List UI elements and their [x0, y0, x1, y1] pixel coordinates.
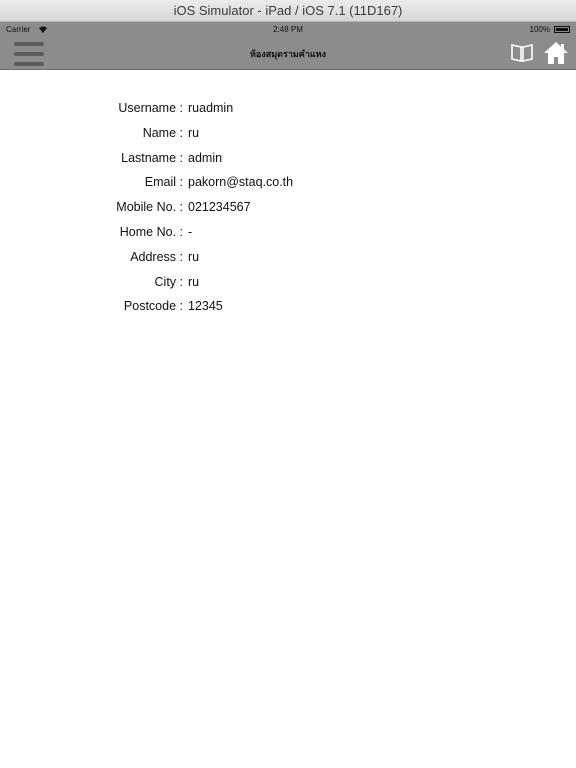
- status-bar: Carrier 2:48 PM 100%: [0, 22, 576, 38]
- field-label: Home No. :: [119, 224, 183, 239]
- field-value: admin: [188, 150, 223, 165]
- field-value: pakorn@staq.co.th: [188, 175, 294, 190]
- home-button[interactable]: [543, 41, 569, 65]
- field-value: ru: [188, 274, 200, 289]
- field-label: Name :: [142, 125, 183, 140]
- home-icon: [544, 42, 568, 64]
- book-button[interactable]: [510, 42, 534, 64]
- field-lastname: Lastname : admin: [0, 148, 576, 173]
- field-value: ru: [188, 249, 200, 264]
- field-label: City :: [154, 274, 183, 289]
- profile-details: Username : ruadmin Name : ru Lastname : …: [0, 98, 576, 321]
- field-label: Mobile No. :: [116, 200, 183, 215]
- field-mobile: Mobile No. : 021234567: [0, 197, 576, 222]
- menu-icon-bar: [14, 62, 44, 66]
- field-name: Name : ru: [0, 123, 576, 148]
- field-value: ru: [188, 125, 200, 140]
- window-title-bar: iOS Simulator - iPad / iOS 7.1 (11D167): [0, 0, 576, 22]
- field-username: Username : ruadmin: [0, 98, 576, 123]
- field-value: 021234567: [188, 200, 251, 215]
- field-label: Username :: [118, 101, 183, 115]
- field-value: ruadmin: [188, 101, 234, 115]
- menu-icon: [14, 42, 44, 46]
- field-postcode: Postcode : 12345: [0, 296, 576, 321]
- field-email: Email : pakorn@staq.co.th: [0, 172, 576, 197]
- field-value: -: [188, 224, 193, 239]
- nav-title: ห้องสมุดรามคำแหง: [249, 49, 327, 59]
- battery-percent: 100%: [529, 25, 550, 34]
- field-label: Address :: [130, 249, 183, 264]
- field-address: Address : ru: [0, 247, 576, 272]
- field-label: Lastname :: [121, 150, 183, 165]
- status-time: 2:48 PM: [273, 25, 303, 34]
- field-home-number: Home No. : -: [0, 222, 576, 247]
- window-title: iOS Simulator - iPad / iOS 7.1 (11D167): [173, 3, 403, 18]
- field-label: Email :: [144, 175, 183, 190]
- field-value: 12345: [188, 299, 223, 314]
- book-icon: [511, 44, 533, 62]
- field-label: Postcode :: [123, 299, 183, 314]
- battery-icon: [554, 26, 570, 33]
- navigation-bar: ห้องสมุดรามคำแหง: [0, 38, 576, 70]
- field-city: City : ru: [0, 272, 576, 297]
